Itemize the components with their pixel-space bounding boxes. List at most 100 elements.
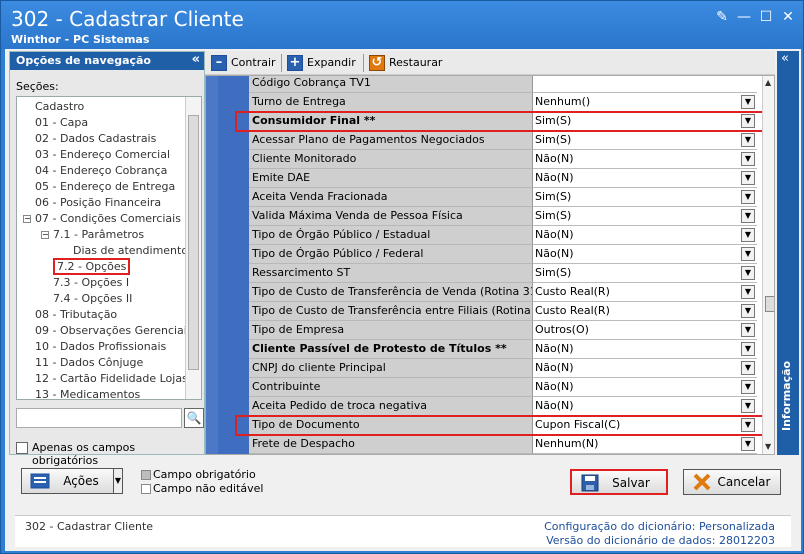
tree-item[interactable]: 7.2 - Opções xyxy=(53,258,131,275)
dropdown-arrow-icon[interactable]: ▼ xyxy=(741,304,755,318)
tree-item[interactable]: 7.3 - Opções I xyxy=(53,275,129,291)
tree-item[interactable]: 7.1 - Parâmetros xyxy=(53,227,144,243)
grid-row-value[interactable]: Sim(S) ▼ xyxy=(533,131,757,150)
tree-item[interactable]: 11 - Dados Cônjuge xyxy=(35,355,143,371)
dropdown-arrow-icon[interactable]: ▼ xyxy=(741,133,755,147)
options-grid: Código Cobrança TV1 Turno de Entrega Nenhu… xyxy=(205,75,775,455)
tree-item[interactable]: 09 - Observações Gerenciais xyxy=(35,323,193,339)
collapse-nav-icon[interactable]: « xyxy=(192,52,200,67)
tree-item[interactable]: 08 - Tributação xyxy=(35,307,117,323)
grid-row-value[interactable]: Não(N) ▼ xyxy=(533,169,757,188)
scroll-down-icon[interactable]: ▼ xyxy=(765,442,771,451)
grid-scrollbar[interactable]: ▲ ▼ xyxy=(762,76,774,454)
dropdown-arrow-icon[interactable]: ▼ xyxy=(741,437,755,451)
grid-row[interactable]: Tipo de Custo de Transferência de Venda … xyxy=(249,283,757,302)
search-icon[interactable]: 🔍 xyxy=(184,408,204,428)
edit-icon[interactable]: ✎ xyxy=(713,9,731,25)
maximize-button[interactable]: ☐ xyxy=(757,9,775,25)
dropdown-arrow-icon[interactable]: ▼ xyxy=(741,95,755,109)
grid-row-value[interactable]: Nenhum(N) ▼ xyxy=(533,435,757,454)
tree-item[interactable]: 10 - Dados Profissionais xyxy=(35,339,166,355)
grid-row[interactable]: Valida Máxima Venda de Pessoa Física Sim(… xyxy=(249,207,757,226)
dropdown-arrow-icon[interactable]: ▼ xyxy=(741,361,755,375)
tree-item[interactable]: 06 - Posição Financeira xyxy=(35,195,161,211)
tree-item[interactable]: 12 - Cartão Fidelidade Lojas xyxy=(35,371,188,387)
grid-row-value[interactable]: Não(N) ▼ xyxy=(533,245,757,264)
grid-row[interactable]: Código Cobrança TV1 xyxy=(249,76,757,93)
expand-info-icon[interactable]: « xyxy=(781,51,789,66)
tree-scroll-thumb[interactable] xyxy=(188,115,199,370)
cancel-button[interactable]: Cancelar xyxy=(683,469,781,495)
tree-item[interactable]: 02 - Dados Cadastrais xyxy=(35,131,156,147)
only-required-checkbox[interactable] xyxy=(16,442,28,454)
dropdown-arrow-icon[interactable]: ▼ xyxy=(741,247,755,261)
tree-item[interactable]: Cadastro xyxy=(35,99,84,115)
dropdown-arrow-icon[interactable]: ▼ xyxy=(741,342,755,356)
dropdown-arrow-icon[interactable]: ▼ xyxy=(741,380,755,394)
grid-row[interactable]: Tipo de Órgão Público / Estadual Não(N) ▼ xyxy=(249,226,757,245)
grid-row[interactable]: Tipo de Custo de Transferência entre Fil… xyxy=(249,302,757,321)
dropdown-arrow-icon[interactable]: ▼ xyxy=(741,228,755,242)
tree-item[interactable]: 05 - Endereço de Entrega xyxy=(35,179,175,195)
grid-row-value[interactable]: Sim(S) ▼ xyxy=(533,188,757,207)
grid-row[interactable]: Frete de Despacho Nenhum(N) ▼ xyxy=(249,435,757,454)
save-button[interactable]: Salvar xyxy=(570,469,668,495)
minimize-button[interactable]: — xyxy=(735,9,753,25)
tree-item[interactable]: 03 - Endereço Comercial xyxy=(35,147,170,163)
tree-item-label: 08 - Tributação xyxy=(35,308,118,321)
grid-row[interactable]: Cliente Passível de Protesto de Títulos … xyxy=(249,340,757,359)
dropdown-arrow-icon[interactable]: ▼ xyxy=(741,399,755,413)
tree-item[interactable]: 04 - Endereço Cobrança xyxy=(35,163,167,179)
grid-row-value[interactable]: Não(N) ▼ xyxy=(533,359,757,378)
restore-button[interactable]: ↺ Restaurar xyxy=(369,54,442,72)
actions-dropdown-icon[interactable]: ▼ xyxy=(113,468,123,494)
dropdown-arrow-icon[interactable]: ▼ xyxy=(741,152,755,166)
grid-row[interactable]: Turno de Entrega Nenhum() ▼ xyxy=(249,93,757,112)
dropdown-arrow-icon[interactable]: ▼ xyxy=(741,323,755,337)
grid-row[interactable]: Aceita Pedido de troca negativa Não(N) ▼ xyxy=(249,397,757,416)
grid-row-value[interactable]: Custo Real(R) ▼ xyxy=(533,302,757,321)
tree-item[interactable]: 07 - Condições Comerciais xyxy=(35,211,181,227)
grid-row-value[interactable]: Custo Real(R) ▼ xyxy=(533,283,757,302)
grid-row[interactable]: Emite DAE Não(N) ▼ xyxy=(249,169,757,188)
tree-item[interactable]: Dias de atendimento xyxy=(73,243,188,259)
grid-row-value[interactable]: Não(N) ▼ xyxy=(533,150,757,169)
grid-row[interactable]: CNPJ do cliente Principal Não(N) ▼ xyxy=(249,359,757,378)
tree-item[interactable]: 01 - Capa xyxy=(35,115,88,131)
expand-button[interactable]: + Expandir xyxy=(287,54,356,72)
grid-row-value[interactable]: Não(N) ▼ xyxy=(533,340,757,359)
section-search-input[interactable] xyxy=(16,408,182,428)
grid-row[interactable]: Aceita Venda Fracionada Sim(S) ▼ xyxy=(249,188,757,207)
grid-gutter-inner xyxy=(218,76,249,454)
dropdown-arrow-icon[interactable]: ▼ xyxy=(741,209,755,223)
tree-item[interactable]: 13 - Medicamentos xyxy=(35,387,140,399)
grid-row-value[interactable]: Nenhum() ▼ xyxy=(533,93,757,112)
dropdown-arrow-icon[interactable]: ▼ xyxy=(741,171,755,185)
scroll-up-icon[interactable]: ▲ xyxy=(765,78,771,87)
info-panel[interactable]: « Informação xyxy=(777,51,799,455)
close-button[interactable]: ✕ xyxy=(779,9,797,25)
collapse-node-icon[interactable]: − xyxy=(23,215,31,223)
grid-row-value[interactable]: Não(N) ▼ xyxy=(533,397,757,416)
grid-row[interactable]: Tipo de Órgão Público / Federal Não(N) ▼ xyxy=(249,245,757,264)
grid-row[interactable]: Tipo de Empresa Outros(O) ▼ xyxy=(249,321,757,340)
grid-row-value[interactable]: Sim(S) ▼ xyxy=(533,264,757,283)
collapse-button[interactable]: – Contrair xyxy=(211,54,276,72)
grid-row-value[interactable]: Não(N) ▼ xyxy=(533,226,757,245)
collapse-node-icon[interactable]: − xyxy=(41,231,49,239)
grid-row[interactable]: Ressarcimento ST Sim(S) ▼ xyxy=(249,264,757,283)
actions-button[interactable]: Ações xyxy=(21,468,121,494)
grid-row-value[interactable] xyxy=(533,76,757,93)
grid-row-value[interactable]: Não(N) ▼ xyxy=(533,378,757,397)
grid-row[interactable]: Cliente Monitorado Não(N) ▼ xyxy=(249,150,757,169)
grid-row[interactable]: Contribuinte Não(N) ▼ xyxy=(249,378,757,397)
grid-scroll-thumb[interactable] xyxy=(765,296,774,312)
tree-item[interactable]: 7.4 - Opções II xyxy=(53,291,132,307)
grid-row[interactable]: Acessar Plano de Pagamentos Negociados Si… xyxy=(249,131,757,150)
dropdown-arrow-icon[interactable]: ▼ xyxy=(741,266,755,280)
grid-row-value[interactable]: Outros(O) ▼ xyxy=(533,321,757,340)
grid-row-value[interactable]: Sim(S) ▼ xyxy=(533,207,757,226)
dropdown-arrow-icon[interactable]: ▼ xyxy=(741,190,755,204)
dropdown-arrow-icon[interactable]: ▼ xyxy=(741,285,755,299)
tree-scrollbar[interactable] xyxy=(185,97,201,399)
